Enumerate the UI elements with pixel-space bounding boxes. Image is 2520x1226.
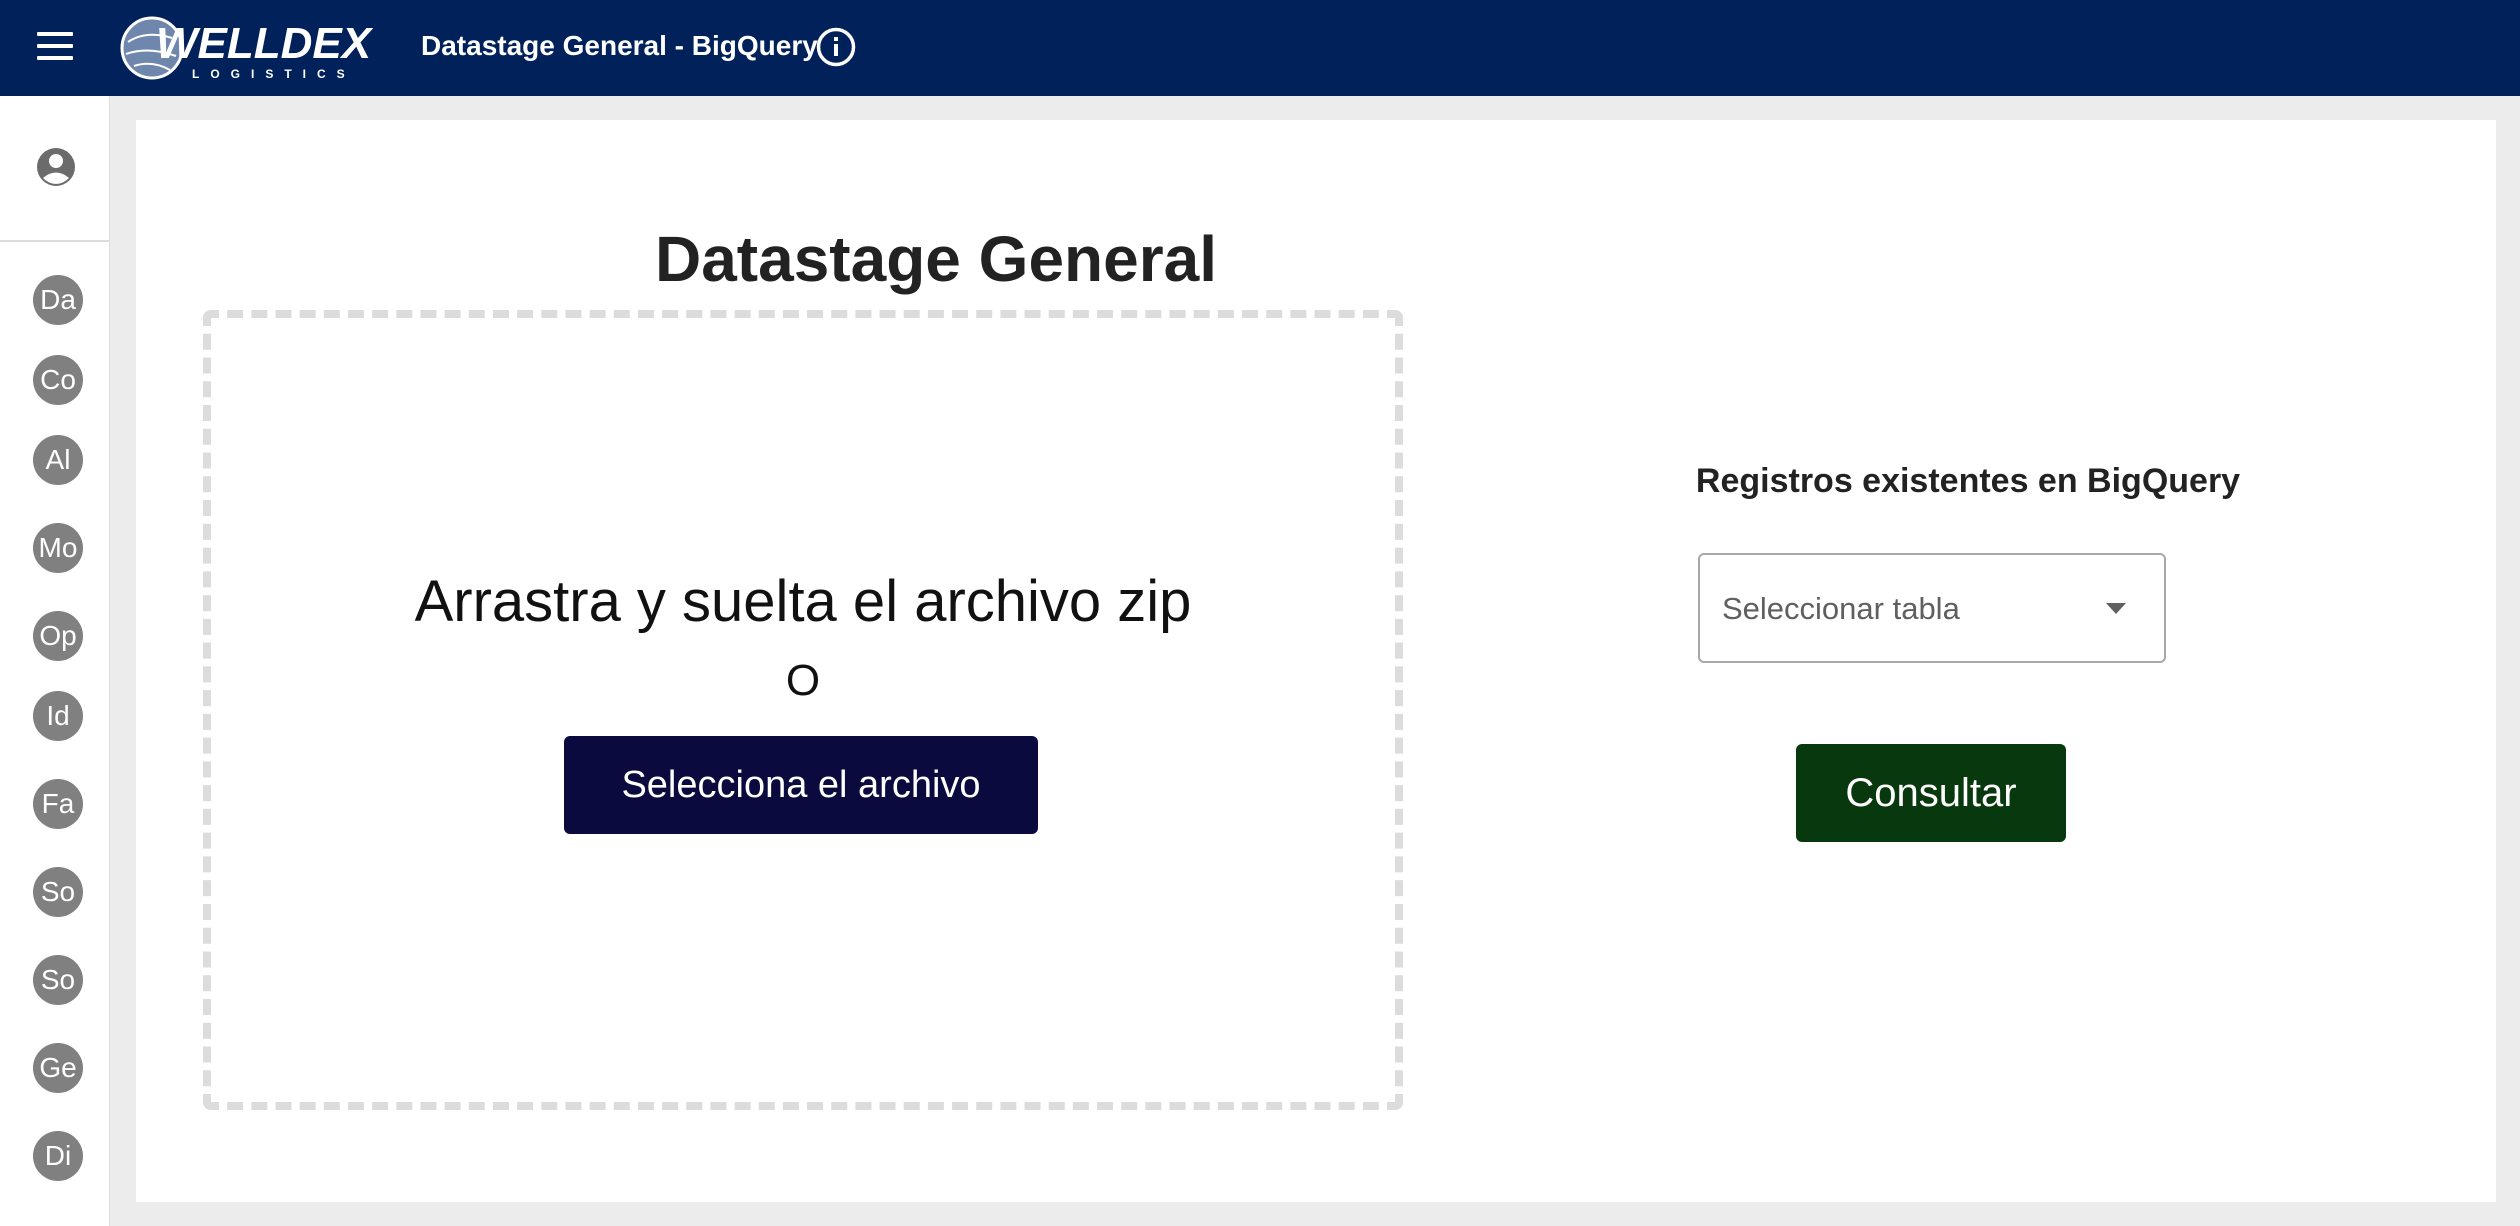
sidebar-divider [0, 240, 110, 242]
file-dropzone[interactable]: Arrastra y suelta el archivo zip O Selec… [203, 310, 1403, 1110]
consultar-button[interactable]: Consultar [1796, 744, 2066, 842]
bigquery-records-heading: Registros existentes en BigQuery [1695, 462, 2241, 500]
chevron-down-icon [2106, 603, 2126, 614]
account-circle-icon[interactable] [35, 146, 77, 188]
main-content-card: Datastage General Arrastra y suelta el a… [136, 120, 2496, 1202]
sidebar-item-ge[interactable]: Ge [33, 1043, 83, 1093]
sidebar-item-da[interactable]: Da [33, 275, 83, 325]
sidebar: Da Co Al Mo Op Id Fa So So Ge Di [0, 96, 110, 1226]
hamburger-menu-icon[interactable] [34, 30, 76, 66]
sidebar-item-op[interactable]: Op [33, 611, 83, 661]
table-select[interactable]: Seleccionar tabla [1698, 553, 2166, 663]
sidebar-item-fa[interactable]: Fa [33, 779, 83, 829]
sidebar-item-mo[interactable]: Mo [33, 523, 83, 573]
svg-text:LOGISTICS: LOGISTICS [192, 67, 356, 81]
app-title: Datastage General - BigQuery [421, 30, 818, 61]
sidebar-item-di[interactable]: Di [33, 1131, 83, 1181]
svg-text:WELLDEX: WELLDEX [156, 19, 374, 68]
dropzone-instruction: Arrastra y suelta el archivo zip [414, 569, 1192, 634]
sidebar-item-id[interactable]: Id [33, 691, 83, 741]
sidebar-item-al[interactable]: Al [33, 435, 83, 485]
top-app-bar: WELLDEX LOGISTICS Datastage General - Bi… [0, 0, 2520, 96]
table-select-placeholder: Seleccionar tabla [1722, 591, 1960, 626]
dropzone-or-label: O [785, 656, 821, 705]
sidebar-item-co[interactable]: Co [33, 355, 83, 405]
sidebar-item-so-1[interactable]: So [33, 867, 83, 917]
sidebar-item-so-2[interactable]: So [33, 955, 83, 1005]
welldex-logo: WELLDEX LOGISTICS [120, 16, 374, 81]
info-icon[interactable] [815, 26, 857, 68]
select-file-button[interactable]: Selecciona el archivo [564, 736, 1038, 834]
page-title: Datastage General [654, 223, 1218, 295]
